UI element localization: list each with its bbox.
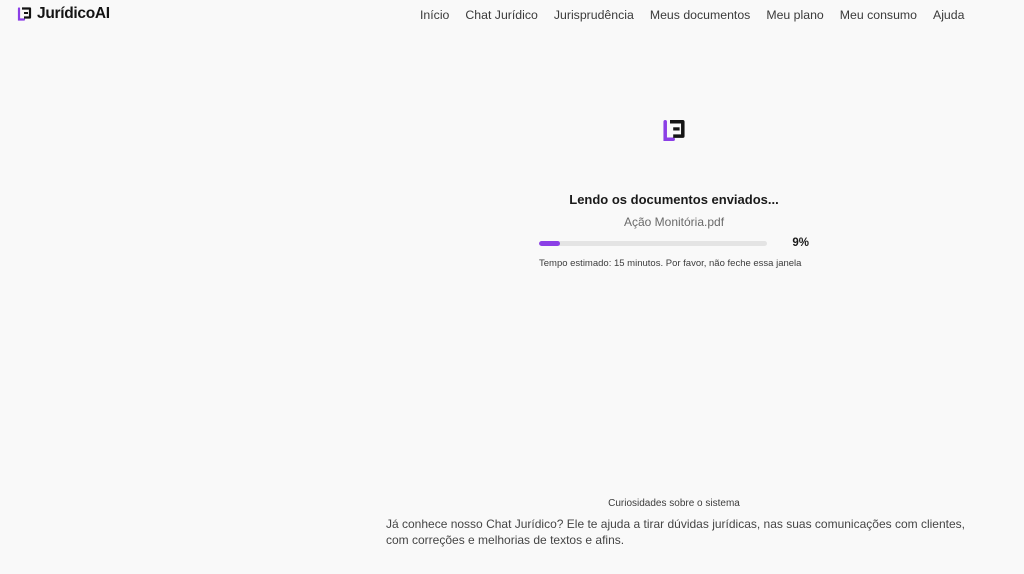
- curiosities-heading: Curiosidades sobre o sistema: [608, 498, 740, 509]
- juridico-logo-icon: [17, 7, 32, 21]
- nav-item-ajuda[interactable]: Ajuda: [933, 8, 964, 22]
- nav-item-chat-juridico[interactable]: Chat Jurídico: [465, 8, 537, 22]
- curiosity-text: Já conhece nosso Chat Jurídico? Ele te a…: [386, 517, 965, 547]
- brand-name: JurídicoAI: [37, 5, 110, 22]
- nav-item-meus-documentos[interactable]: Meus documentos: [650, 8, 750, 22]
- progress-bar: [539, 241, 767, 246]
- nav-item-meu-consumo[interactable]: Meu consumo: [840, 8, 917, 22]
- uploaded-file-name: Ação Monitória.pdf: [623, 215, 725, 229]
- nav-item-inicio[interactable]: Início: [420, 8, 449, 22]
- progress-bar-fill: [539, 241, 560, 246]
- loading-logo-icon: [662, 119, 686, 142]
- top-nav: Início Chat Jurídico Jurisprudência Meus…: [420, 8, 964, 22]
- brand[interactable]: JurídicoAI: [17, 5, 110, 23]
- estimated-time-text: Tempo estimado: 15 minutos. Por favor, n…: [539, 258, 802, 269]
- nav-item-meu-plano[interactable]: Meu plano: [766, 8, 823, 22]
- loading-title: Lendo os documentos enviados...: [569, 192, 779, 207]
- app-page: JurídicoAI Início Chat Jurídico Jurispru…: [0, 0, 1024, 574]
- progress-percent: 9%: [792, 237, 809, 249]
- nav-item-jurisprudencia[interactable]: Jurisprudência: [554, 8, 634, 22]
